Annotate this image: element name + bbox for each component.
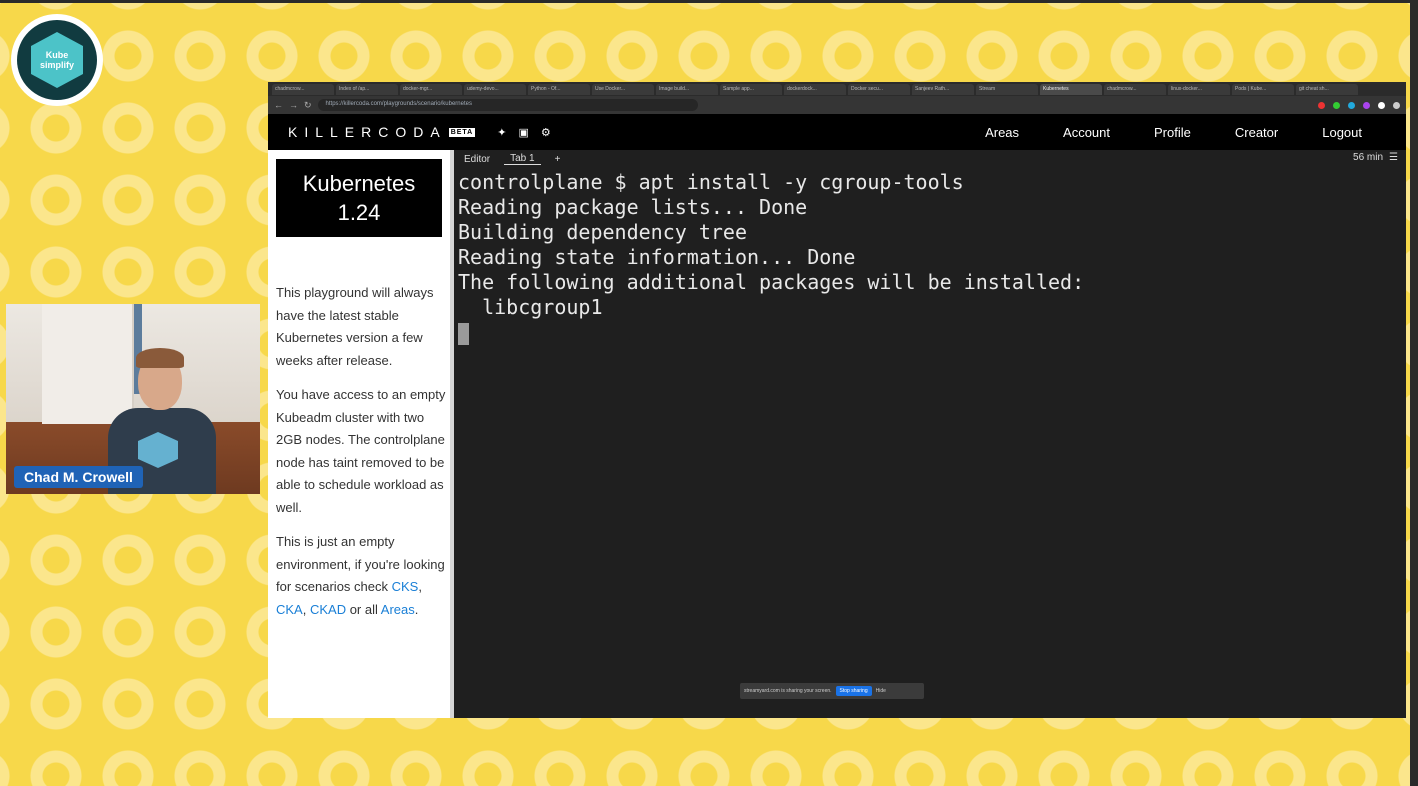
extension-icon[interactable] xyxy=(1363,101,1370,109)
profile-avatar[interactable] xyxy=(1393,101,1400,109)
beta-badge: BETA xyxy=(448,127,476,137)
browser-tab[interactable]: Sanjeev Rath... xyxy=(912,83,974,95)
nav-profile[interactable]: Profile xyxy=(1154,125,1191,140)
browser-tab[interactable]: udemy-devo... xyxy=(464,83,526,95)
forward-icon[interactable]: → xyxy=(289,100,298,110)
linkedin-icon[interactable]: ▣ xyxy=(518,126,528,139)
session-timer: 56 min xyxy=(1353,152,1384,163)
browser-tab[interactable]: Use Docker... xyxy=(592,83,654,95)
killercoda-logo[interactable]: KILLERCODA xyxy=(288,124,447,140)
browser-tab[interactable]: Python - Of... xyxy=(528,83,590,95)
terminal-line: The following additional packages will b… xyxy=(458,270,1085,294)
back-icon[interactable]: ← xyxy=(274,100,283,110)
stop-sharing-button[interactable]: Stop sharing xyxy=(835,686,872,696)
hide-button[interactable]: Hide xyxy=(876,688,886,694)
terminal-line: Reading state information... Done xyxy=(458,245,856,269)
tab-terminal-1[interactable]: Tab 1 xyxy=(504,153,541,165)
scenario-title-line1: Kubernetes xyxy=(302,171,416,196)
link-ckad[interactable]: CKAD xyxy=(310,602,346,617)
presenter-name-tag: Chad M. Crowell xyxy=(14,466,143,488)
screen-share-bar: streamyard.com is sharing your screen. S… xyxy=(740,683,924,699)
extension-icon[interactable] xyxy=(1378,101,1385,109)
extension-icons xyxy=(1318,101,1400,109)
terminal-output[interactable]: controlplane $ apt install -y cgroup-too… xyxy=(454,168,1406,347)
add-tab-button[interactable]: + xyxy=(555,154,561,165)
browser-tab[interactable]: git cheat sh... xyxy=(1296,83,1358,95)
browser-tab[interactable]: linux-docker... xyxy=(1168,83,1230,95)
browser-tab[interactable]: chadmcrow... xyxy=(272,83,334,95)
terminal-pane[interactable]: Editor Tab 1 + 56 min ☰ controlplane $ a… xyxy=(454,150,1406,718)
terminal-cursor xyxy=(458,322,469,345)
browser-tab[interactable]: chadmcrow... xyxy=(1104,83,1166,95)
share-message: streamyard.com is sharing your screen. xyxy=(744,688,832,694)
logo-line1: Kube xyxy=(45,50,69,60)
logo-line2: simplify xyxy=(39,60,74,70)
terminal-line: Reading package lists... Done xyxy=(458,195,808,219)
extension-icon[interactable] xyxy=(1318,101,1325,109)
scenario-title: Kubernetes 1.24 xyxy=(276,159,442,237)
browser-tab[interactable]: Index of /ap... xyxy=(336,83,398,95)
browser-tabstrip: chadmcrow... Index of /ap... docker-mgr...… xyxy=(268,82,1406,96)
extension-icon[interactable] xyxy=(1348,101,1355,109)
webcam-feed: Chad M. Crowell xyxy=(6,304,260,494)
menu-icon[interactable]: ☰ xyxy=(1389,152,1398,163)
description-paragraph: This is just an empty environment, if yo… xyxy=(276,534,445,617)
nav-account[interactable]: Account xyxy=(1063,125,1110,140)
nav-logout[interactable]: Logout xyxy=(1322,125,1362,140)
browser-tab[interactable]: docker-mgr... xyxy=(400,83,462,95)
browser-tab[interactable]: Pods | Kube... xyxy=(1232,83,1294,95)
frame-right-edge xyxy=(1410,0,1418,786)
extension-icon[interactable] xyxy=(1333,101,1340,109)
browser-tab[interactable]: Docker secu... xyxy=(848,83,910,95)
description-paragraph: This playground will always have the lat… xyxy=(276,285,434,368)
link-cks[interactable]: CKS xyxy=(392,579,419,594)
reload-icon[interactable]: ↻ xyxy=(304,100,312,111)
nav-areas[interactable]: Areas xyxy=(985,125,1019,140)
main-nav: Areas Account Profile Creator Logout xyxy=(985,125,1406,140)
description-paragraph: You have access to an empty Kubeadm clus… xyxy=(276,387,446,515)
scenario-sidebar: Kubernetes 1.24 This playground will alw… xyxy=(268,150,454,718)
tab-editor[interactable]: Editor xyxy=(464,154,490,165)
link-cka[interactable]: CKA xyxy=(276,602,303,617)
url-field[interactable]: https://killercoda.com/playgrounds/scena… xyxy=(317,99,698,111)
browser-tab[interactable]: Sample app... xyxy=(720,83,782,95)
twitter-icon[interactable]: ✦ xyxy=(497,126,506,139)
kubesimplify-logo: Kube simplify xyxy=(11,14,103,106)
browser-tab[interactable]: dockerdock... xyxy=(784,83,846,95)
browser-tab[interactable]: Image build... xyxy=(656,83,718,95)
scenario-version: 1.24 xyxy=(337,200,381,225)
browser-tab[interactable]: Kubernetes xyxy=(1040,83,1102,95)
browser-tab[interactable]: Stream xyxy=(976,83,1038,95)
terminal-tabs: Editor Tab 1 + xyxy=(454,150,1406,168)
nav-creator[interactable]: Creator xyxy=(1235,125,1278,140)
settings-icon[interactable]: ⚙ xyxy=(541,126,551,139)
address-bar: ← → ↻ https://killercoda.com/playgrounds… xyxy=(268,96,1406,114)
frame-top-edge xyxy=(0,0,1418,3)
link-areas[interactable]: Areas xyxy=(381,602,415,617)
browser-window: chadmcrow... Index of /ap... docker-mgr...… xyxy=(268,82,1406,718)
terminal-line: controlplane $ apt install -y cgroup-too… xyxy=(458,170,964,194)
terminal-line: Building dependency tree xyxy=(458,220,747,244)
terminal-line: libcgroup1 xyxy=(458,295,603,319)
site-header: KILLERCODA BETA ✦ ▣ ⚙ Areas Account Prof… xyxy=(268,114,1406,150)
